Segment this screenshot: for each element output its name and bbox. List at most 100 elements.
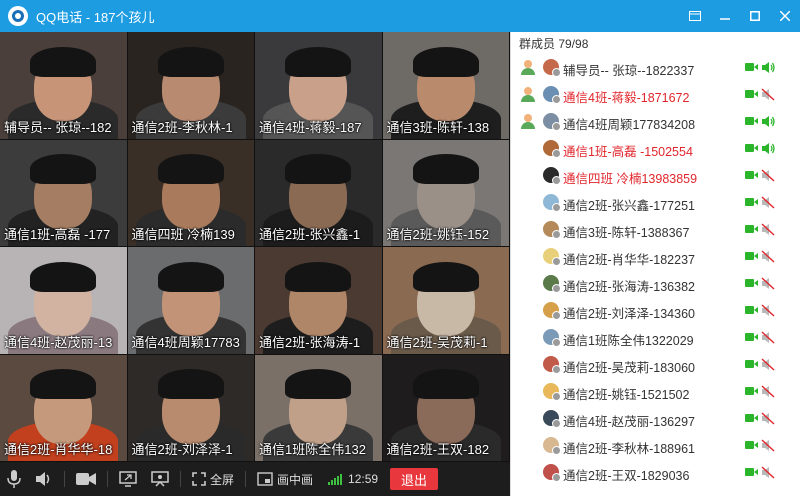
presentation-icon [151, 471, 169, 487]
video-tile[interactable]: 通信3班-陈轩-138 [382, 32, 510, 140]
minimize-icon [720, 18, 730, 20]
video-tile[interactable]: 通信2班-吴茂莉-1 [382, 247, 510, 355]
participant-hair [30, 154, 97, 185]
camera-on-icon [745, 90, 758, 98]
speaker-muted-icon [761, 466, 775, 479]
pip-button[interactable]: 画中画 [250, 462, 320, 496]
speaker-active-icon [762, 143, 775, 154]
speaker-muted-icon [761, 277, 775, 290]
video-tile[interactable]: 通信2班-肖华华-18 [0, 354, 128, 462]
participant-caption: 通信3班-陈轩-138 [386, 119, 490, 135]
video-tile[interactable]: 通信四班 冷楠139 [127, 139, 255, 247]
window-menu-button[interactable] [680, 0, 710, 32]
participant-hair [285, 154, 352, 185]
close-button[interactable] [770, 0, 800, 32]
video-tile[interactable]: 通信4班-赵茂丽-13 [0, 247, 128, 355]
call-duration: 12:59 [348, 472, 379, 486]
video-tile[interactable]: 通信2班-李秋林-1 [127, 32, 255, 140]
video-tile[interactable]: 通信4班周颖17783 [127, 247, 255, 355]
title-bar[interactable]: QQ电话 - 187个孩儿 [0, 0, 800, 32]
participant-hair [30, 261, 97, 292]
member-row[interactable]: 通信四班 冷楠13983859 [511, 162, 800, 189]
member-row[interactable]: 辅导员-- 张琼--1822337 [511, 54, 800, 81]
avatar [543, 410, 561, 428]
member-row[interactable]: 通信2班-张兴鑫-177251 [511, 189, 800, 216]
speaker-active-icon [762, 62, 775, 73]
member-row[interactable]: 通信2班-肖华华-182237 [511, 243, 800, 270]
screen-share-button[interactable] [112, 462, 144, 496]
member-row[interactable]: 通信1班-高磊 -1502554 [511, 135, 800, 162]
member-row[interactable]: 通信2班-张海涛-136382 [511, 270, 800, 297]
fullscreen-button[interactable]: 全屏 [185, 462, 241, 496]
member-row[interactable]: 通信2班-王双-1829036 [511, 459, 800, 486]
member-row[interactable]: 通信2班-刘泽泽-134360 [511, 297, 800, 324]
close-icon [780, 11, 790, 21]
participant-caption: 通信1班-高磊 -177 [4, 227, 111, 242]
maximize-button[interactable] [740, 0, 770, 32]
member-name: 辅导员-- 张琼--1822337 [563, 64, 695, 78]
video-tile[interactable]: 通信2班-张海涛-1 [255, 247, 383, 355]
video-tile[interactable]: 辅导员-- 张琼--182 [0, 32, 128, 140]
admin-person-icon [521, 60, 535, 75]
participant-caption: 通信2班-刘泽泽-1 [131, 442, 233, 457]
member-name: 通信2班-李秋林-188961 [563, 442, 695, 456]
camera-on-icon [745, 387, 758, 395]
member-row[interactable]: 通信4班-蒋毅-1871672 [511, 81, 800, 108]
avatar [543, 86, 561, 104]
avatar [543, 113, 561, 131]
speaker-muted-icon [761, 250, 775, 263]
member-row[interactable]: 通信4班周颖177834208 [511, 108, 800, 135]
qq-logo-icon [8, 6, 28, 26]
camera-on-icon [745, 279, 758, 287]
member-row[interactable]: 通信1班陈全伟1322029 [511, 324, 800, 351]
toolbar-divider [107, 471, 108, 487]
participant-caption: 通信1班陈全伟132 [259, 442, 366, 457]
participant-hair [285, 46, 352, 77]
speaker-button[interactable] [28, 462, 60, 496]
member-row[interactable]: 通信3班-陈轩-1388367 [511, 216, 800, 243]
participant-caption: 通信2班-张兴鑫-1 [259, 227, 361, 242]
avatar [543, 437, 561, 455]
video-tile[interactable]: 通信4班-蒋毅-187 [255, 32, 383, 140]
camera-icon [76, 473, 96, 485]
toolbar-divider [64, 471, 65, 487]
speaker-muted-icon [761, 88, 775, 101]
microphone-button[interactable] [0, 462, 28, 496]
toolbar-divider [245, 471, 247, 487]
video-grid: 辅导员-- 张琼--182 通信2班-李秋林-1 通信4班-蒋毅-187 通信3班-陈… [0, 32, 510, 462]
member-name: 通信2班-刘泽泽-134360 [563, 307, 695, 321]
video-tile[interactable]: 通信1班-高磊 -177 [0, 139, 128, 247]
speaker-muted-icon [761, 304, 775, 317]
member-name: 通信四班 冷楠13983859 [563, 172, 698, 186]
member-name: 通信2班-吴茂莉-183060 [563, 361, 695, 375]
camera-on-icon [745, 306, 758, 314]
presentation-button[interactable] [144, 462, 176, 496]
camera-button[interactable] [69, 462, 103, 496]
camera-on-icon [745, 441, 758, 449]
speaker-muted-icon [761, 169, 775, 182]
qq-call-window: QQ电话 - 187个孩儿 辅导员-- 张琼--182 通信2班-李秋林-1 通信4… [0, 0, 800, 496]
video-tile[interactable]: 通信2班-刘泽泽-1 [127, 354, 255, 462]
speaker-muted-icon [761, 358, 775, 371]
member-row[interactable]: 通信2班-吴茂莉-183060 [511, 351, 800, 378]
camera-on-icon [745, 198, 758, 206]
member-row[interactable]: 通信2班-李秋林-188961 [511, 432, 800, 459]
speaker-muted-icon [761, 223, 775, 236]
admin-person-icon [521, 87, 535, 102]
minimize-button[interactable] [710, 0, 740, 32]
speaker-muted-icon [761, 385, 775, 398]
video-tile[interactable]: 通信2班-王双-182 [382, 354, 510, 462]
member-row[interactable]: 通信4班-赵茂丽-136297 [511, 405, 800, 432]
window-title: QQ电话 - 187个孩儿 [36, 9, 155, 25]
video-tile[interactable]: 通信2班-姚钰-152 [382, 139, 510, 247]
exit-call-button[interactable]: 退出 [390, 468, 439, 490]
member-name: 通信2班-姚钰-1521502 [563, 388, 690, 402]
video-tile[interactable]: 通信2班-张兴鑫-1 [255, 139, 383, 247]
participant-hair [157, 261, 224, 292]
speaker-icon [36, 472, 50, 486]
video-tile[interactable]: 通信1班陈全伟132 [255, 354, 383, 462]
avatar [543, 248, 561, 266]
member-row[interactable]: 通信2班-姚钰-1521502 [511, 378, 800, 405]
participant-hair [30, 369, 97, 400]
participant-hair [285, 369, 352, 400]
